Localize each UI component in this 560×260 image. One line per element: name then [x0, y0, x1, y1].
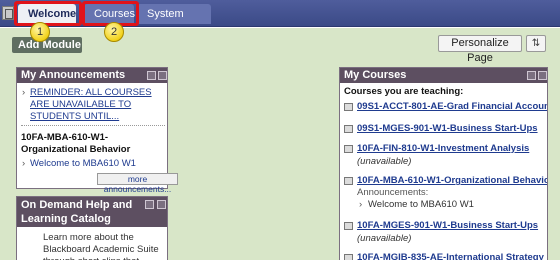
- course-icon: [344, 125, 353, 133]
- chevron-right-icon: ›: [22, 158, 26, 169]
- module-header: On Demand Help and Learning Catalog: [17, 197, 167, 227]
- course-icon: [344, 222, 353, 230]
- course-icon: [344, 145, 353, 153]
- announcement-item-link[interactable]: Welcome to MBA610 W1: [30, 158, 136, 169]
- course-icon: [344, 103, 353, 111]
- my-announcements-module: My Announcements › REMINDER: ALL COURSES…: [16, 67, 178, 194]
- settings-icon[interactable]: [147, 71, 156, 80]
- announcement-course-title: 10FA-MBA-610-W1-Organizational Behavior: [21, 132, 131, 155]
- on-demand-help-module: On Demand Help and Learning Catalog Lear…: [16, 196, 168, 260]
- course-link[interactable]: 10FA-MBA-610-W1-Organizational Behavior: [357, 175, 547, 186]
- minimize-icon[interactable]: [145, 200, 154, 209]
- minimize-icon[interactable]: [158, 71, 167, 80]
- course-link[interactable]: 10FA-FIN-810-W1-Investment Analysis: [357, 143, 547, 154]
- course-link[interactable]: 10FA-MGIB-835-AE-International Strategy: [357, 252, 547, 260]
- course-status: (unavailable): [357, 156, 412, 167]
- courses-subtitle: Courses you are teaching:: [344, 86, 464, 97]
- settings-icon[interactable]: [527, 71, 536, 80]
- module-title: My Courses: [344, 69, 407, 81]
- close-icon[interactable]: [157, 200, 166, 209]
- chevron-right-icon: ›: [22, 87, 26, 98]
- course-icon: [344, 254, 353, 260]
- course-link[interactable]: 10FA-MGES-901-W1-Business Start-Ups: [357, 220, 547, 231]
- announcement-alert-link[interactable]: › REMINDER: ALL COURSES ARE UNAVAILABLE …: [22, 87, 167, 123]
- course-link[interactable]: 09S1-ACCT-801-AE-Grad Financial Accounti…: [357, 101, 547, 112]
- add-module-button[interactable]: Add Module: [12, 37, 82, 53]
- tab-system-admin[interactable]: System Admin: [137, 4, 211, 40]
- course-icon: [344, 177, 353, 185]
- step-marker-2: 2: [104, 22, 124, 42]
- module-header: My Announcements: [17, 68, 167, 83]
- page-icon[interactable]: [2, 6, 14, 20]
- top-tab-bar: Welcome Courses System Admin: [0, 0, 560, 40]
- course-status: (unavailable): [357, 233, 412, 244]
- personalize-page-button[interactable]: Personalize Page: [438, 35, 522, 64]
- course-announcements-label: Announcements:: [357, 187, 429, 198]
- course-announcement-link[interactable]: Welcome to MBA610 W1: [368, 199, 474, 210]
- reorder-icon[interactable]: ⇅: [526, 35, 546, 52]
- chevron-right-icon: ›: [359, 199, 363, 210]
- highlight-box-welcome: [14, 1, 82, 26]
- divider: [21, 125, 165, 126]
- module-title: On Demand Help and Learning Catalog: [21, 199, 133, 225]
- minimize-icon[interactable]: [538, 71, 547, 80]
- course-link[interactable]: 09S1-MGES-901-W1-Business Start-Ups: [357, 123, 547, 134]
- module-title: My Announcements: [21, 69, 126, 81]
- step-marker-1: 1: [30, 22, 50, 42]
- my-courses-module: My Courses Courses you are teaching: 09S…: [339, 67, 548, 260]
- module-header: My Courses: [340, 68, 547, 83]
- more-announcements-button[interactable]: more announcements...: [97, 173, 178, 194]
- module-body-text: Learn more about the Blackboard Academic…: [43, 232, 159, 260]
